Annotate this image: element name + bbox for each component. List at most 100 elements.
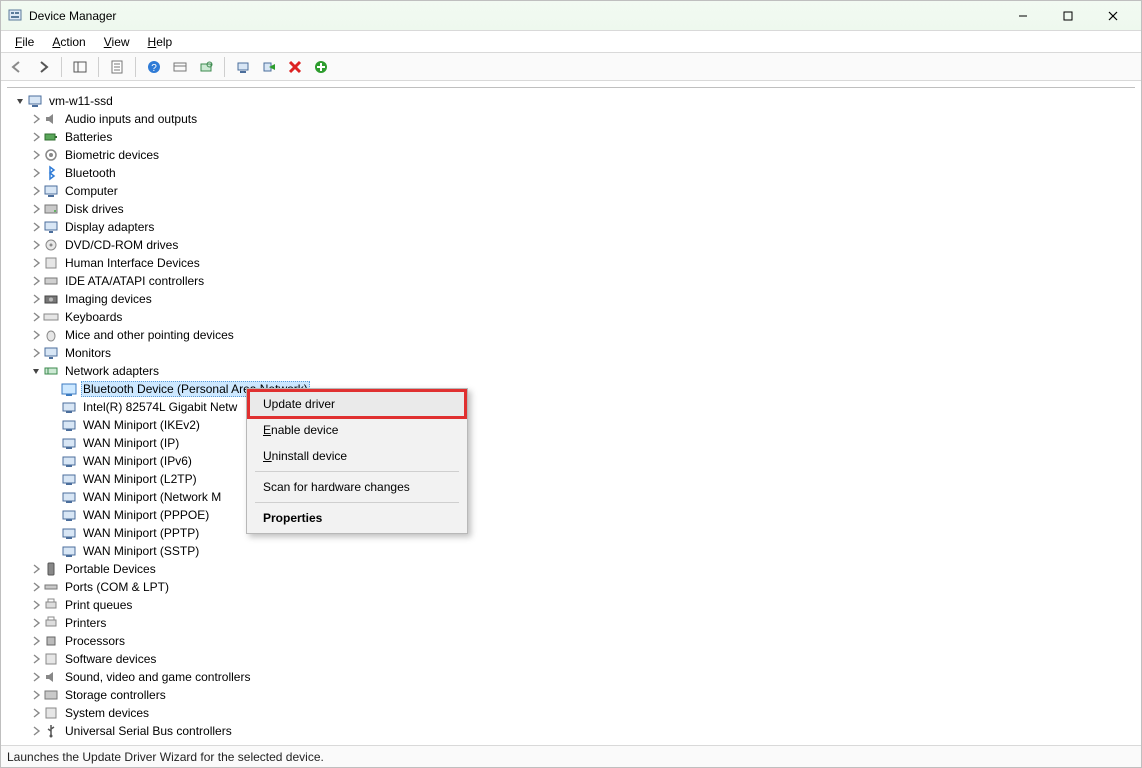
expander-icon[interactable] (29, 598, 43, 612)
tree-category[interactable]: Imaging devices (13, 290, 1135, 308)
menu-help[interactable]: Help (140, 33, 181, 51)
tree-category[interactable]: Universal Serial Bus controllers (13, 722, 1135, 740)
tree-category[interactable]: Audio inputs and outputs (13, 110, 1135, 128)
expander-icon[interactable] (47, 508, 61, 522)
tree-category[interactable]: Biometric devices (13, 146, 1135, 164)
expander-icon[interactable] (29, 274, 43, 288)
tree-category[interactable]: Mice and other pointing devices (13, 326, 1135, 344)
tree-category[interactable]: Human Interface Devices (13, 254, 1135, 272)
tree-category[interactable]: Computer (13, 182, 1135, 200)
ctx-uninstall-device[interactable]: Uninstall device (249, 443, 465, 469)
tree-device[interactable]: WAN Miniport (PPTP) (13, 524, 1135, 542)
tree-device[interactable]: WAN Miniport (SSTP) (13, 542, 1135, 560)
forward-button[interactable] (31, 56, 55, 78)
category-icon (43, 291, 59, 307)
menu-action[interactable]: Action (44, 33, 93, 51)
device-tree-area[interactable]: vm-w11-ssdAudio inputs and outputsBatter… (7, 87, 1135, 745)
expander-icon[interactable] (47, 490, 61, 504)
menu-file[interactable]: File (7, 33, 42, 51)
network-adapter-icon (61, 525, 77, 541)
tree-category[interactable]: Storage controllers (13, 686, 1135, 704)
uninstall-device-button[interactable] (283, 56, 307, 78)
tree-device[interactable]: WAN Miniport (L2TP) (13, 470, 1135, 488)
tree-device[interactable]: Bluetooth Device (Personal Area Network) (13, 380, 1135, 398)
expander-icon[interactable] (29, 580, 43, 594)
expander-icon[interactable] (29, 292, 43, 306)
tree-category[interactable]: Bluetooth (13, 164, 1135, 182)
show-hide-tree-button[interactable] (68, 56, 92, 78)
expander-icon[interactable] (47, 454, 61, 468)
tree-device[interactable]: WAN Miniport (IKEv2) (13, 416, 1135, 434)
expander-icon[interactable] (29, 616, 43, 630)
maximize-button[interactable] (1045, 2, 1090, 30)
scan-hardware-button[interactable] (194, 56, 218, 78)
expander-icon[interactable] (47, 472, 61, 486)
tree-device[interactable]: Intel(R) 82574L Gigabit Netw (13, 398, 1135, 416)
ctx-update-driver[interactable]: Update driver (249, 391, 465, 417)
ctx-properties[interactable]: Properties (249, 505, 465, 531)
tree-category[interactable]: Printers (13, 614, 1135, 632)
expander-icon[interactable] (29, 706, 43, 720)
expander-icon[interactable] (47, 436, 61, 450)
tree-category[interactable]: Network adapters (13, 362, 1135, 380)
expander-icon[interactable] (47, 418, 61, 432)
ctx-enable-device[interactable]: Enable device (249, 417, 465, 443)
enable-device-button[interactable] (257, 56, 281, 78)
tree-category[interactable]: Processors (13, 632, 1135, 650)
expander-icon[interactable] (29, 670, 43, 684)
expander-icon[interactable] (29, 238, 43, 252)
menu-view[interactable]: View (96, 33, 138, 51)
ctx-scan-hardware[interactable]: Scan for hardware changes (249, 474, 465, 500)
properties-button[interactable] (105, 56, 129, 78)
expander-icon[interactable] (47, 400, 61, 414)
expander-icon[interactable] (29, 364, 43, 378)
expander-icon[interactable] (29, 148, 43, 162)
tree-device[interactable]: WAN Miniport (Network M (13, 488, 1135, 506)
tree-category[interactable]: Software devices (13, 650, 1135, 668)
expander-icon[interactable] (29, 346, 43, 360)
back-button[interactable] (5, 56, 29, 78)
expander-icon[interactable] (29, 202, 43, 216)
help-button[interactable]: ? (142, 56, 166, 78)
expander-icon[interactable] (29, 688, 43, 702)
add-hardware-button[interactable] (309, 56, 333, 78)
expander-icon[interactable] (29, 310, 43, 324)
expander-icon[interactable] (47, 544, 61, 558)
expander-icon[interactable] (29, 652, 43, 666)
tree-category[interactable]: Sound, video and game controllers (13, 668, 1135, 686)
category-icon (43, 579, 59, 595)
tree-root[interactable]: vm-w11-ssd (13, 92, 1135, 110)
close-button[interactable] (1090, 2, 1135, 30)
tree-category[interactable]: System devices (13, 704, 1135, 722)
expander-icon[interactable] (29, 112, 43, 126)
toolbar-icon[interactable] (168, 56, 192, 78)
tree-category[interactable]: Monitors (13, 344, 1135, 362)
expander-icon[interactable] (47, 526, 61, 540)
expander-icon[interactable] (29, 184, 43, 198)
expander-icon[interactable] (29, 220, 43, 234)
tree-device[interactable]: WAN Miniport (IP) (13, 434, 1135, 452)
expander-icon[interactable] (29, 166, 43, 180)
tree-device[interactable]: WAN Miniport (IPv6) (13, 452, 1135, 470)
tree-category[interactable]: Ports (COM & LPT) (13, 578, 1135, 596)
expander-icon[interactable] (13, 94, 27, 108)
tree-category[interactable]: Print queues (13, 596, 1135, 614)
expander-icon[interactable] (47, 382, 61, 396)
tree-category[interactable]: Batteries (13, 128, 1135, 146)
tree-category[interactable]: DVD/CD-ROM drives (13, 236, 1135, 254)
tree-category[interactable]: Keyboards (13, 308, 1135, 326)
tree-category[interactable]: Disk drives (13, 200, 1135, 218)
tree-category[interactable]: Display adapters (13, 218, 1135, 236)
tree-category[interactable]: IDE ATA/ATAPI controllers (13, 272, 1135, 290)
tree-device[interactable]: WAN Miniport (PPPOE) (13, 506, 1135, 524)
expander-icon[interactable] (29, 328, 43, 342)
expander-icon[interactable] (29, 130, 43, 144)
update-driver-button[interactable] (231, 56, 255, 78)
expander-icon[interactable] (29, 256, 43, 270)
expander-icon[interactable] (29, 634, 43, 648)
expander-icon[interactable] (29, 562, 43, 576)
minimize-button[interactable] (1000, 2, 1045, 30)
tree-category[interactable]: Portable Devices (13, 560, 1135, 578)
category-icon (43, 327, 59, 343)
expander-icon[interactable] (29, 724, 43, 738)
